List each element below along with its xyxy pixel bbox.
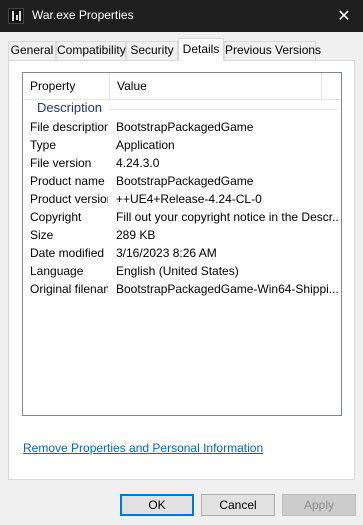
- tab-previous-versions[interactable]: Previous Versions: [224, 41, 321, 60]
- property-name: Language: [30, 264, 84, 278]
- property-value: English (United States): [116, 264, 239, 278]
- table-row[interactable]: Type Application: [23, 136, 341, 154]
- table-row[interactable]: Date modified 3/16/2023 8:26 AM: [23, 244, 341, 262]
- property-rows: File description BootstrapPackagedGame T…: [23, 118, 341, 298]
- ok-button[interactable]: OK: [120, 494, 194, 516]
- property-value: 3/16/2023 8:26 AM: [116, 246, 217, 260]
- tab-bar: General Compatibility Security Details P…: [8, 38, 357, 61]
- tab-security[interactable]: Security: [126, 41, 178, 60]
- property-value: Application: [116, 138, 175, 152]
- column-header-property[interactable]: Property: [23, 73, 109, 99]
- property-name: File description: [30, 120, 108, 134]
- column-header-value[interactable]: Value: [110, 73, 320, 99]
- tab-general[interactable]: General: [8, 41, 56, 60]
- property-value: 4.24.3.0: [116, 156, 160, 170]
- apply-button[interactable]: Apply: [282, 494, 356, 516]
- table-row[interactable]: Product version ++UE4+Release-4.24-CL-0: [23, 190, 341, 208]
- property-name: Product version: [30, 192, 108, 206]
- dialog-buttons: OK Cancel Apply: [0, 490, 363, 525]
- table-row[interactable]: Product name BootstrapPackagedGame: [23, 172, 341, 190]
- property-value: Fill out your copyright notice in the De…: [116, 210, 338, 224]
- table-row[interactable]: File version 4.24.3.0: [23, 154, 341, 172]
- cancel-button[interactable]: Cancel: [201, 494, 275, 516]
- title-bar[interactable]: War.exe Properties ✕: [0, 0, 363, 32]
- group-divider: [109, 109, 337, 110]
- property-name: File version: [30, 156, 92, 170]
- column-divider[interactable]: [321, 73, 322, 99]
- table-row[interactable]: Copyright Fill out your copyright notice…: [23, 208, 341, 226]
- property-name: Original filename: [30, 282, 108, 296]
- window-title: War.exe Properties: [32, 8, 134, 22]
- group-label: Description: [37, 100, 103, 115]
- properties-dialog: War.exe Properties ✕ General Compatibili…: [0, 0, 363, 525]
- property-name: Size: [30, 228, 54, 242]
- details-list[interactable]: Property Value Description File descript…: [22, 72, 342, 416]
- table-row[interactable]: Size 289 KB: [23, 226, 341, 244]
- remove-properties-link[interactable]: Remove Properties and Personal Informati…: [23, 441, 263, 455]
- property-name: Date modified: [30, 246, 105, 260]
- tab-details[interactable]: Details: [178, 38, 224, 61]
- tab-compatibility[interactable]: Compatibility: [56, 41, 126, 60]
- table-row[interactable]: File description BootstrapPackagedGame: [23, 118, 341, 136]
- close-button[interactable]: ✕: [325, 0, 363, 32]
- property-value: BootstrapPackagedGame: [116, 174, 254, 188]
- list-header: Property Value: [23, 73, 341, 100]
- property-name: Type: [30, 138, 57, 152]
- table-row[interactable]: Language English (United States): [23, 262, 341, 280]
- group-header-description[interactable]: Description: [23, 99, 341, 117]
- property-value: BootstrapPackagedGame-Win64-Shippi...: [116, 282, 338, 296]
- property-value: 289 KB: [116, 228, 156, 242]
- property-value: ++UE4+Release-4.24-CL-0: [116, 192, 262, 206]
- app-icon: [8, 8, 24, 24]
- property-value: BootstrapPackagedGame: [116, 120, 254, 134]
- property-name: Product name: [30, 174, 105, 188]
- table-row[interactable]: Original filename BootstrapPackagedGame-…: [23, 280, 341, 298]
- property-name: Copyright: [30, 210, 82, 224]
- details-panel: Property Value Description File descript…: [8, 60, 355, 480]
